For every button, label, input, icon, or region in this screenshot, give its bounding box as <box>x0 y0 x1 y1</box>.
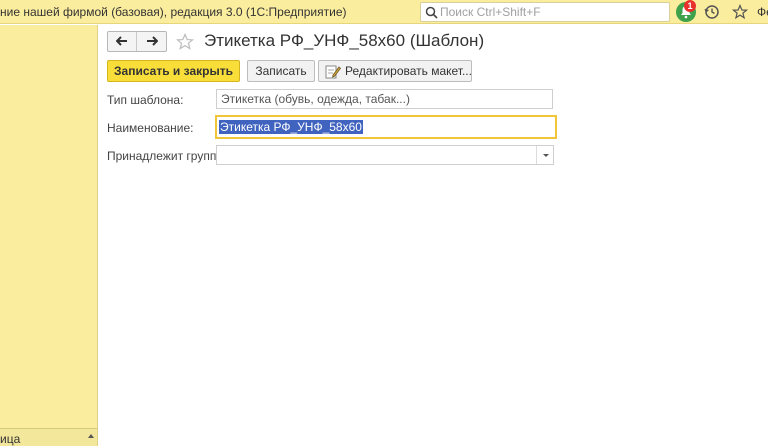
edit-layout-label: Редактировать макет... <box>345 64 472 78</box>
edit-layout-button[interactable]: Редактировать макет... <box>318 60 472 82</box>
notification-count-badge: 1 <box>684 0 696 12</box>
parent-group-select[interactable] <box>216 145 554 165</box>
dropdown-arrow-icon[interactable] <box>536 146 553 164</box>
favorites-star-icon[interactable] <box>731 3 749 23</box>
arrow-left-icon <box>116 36 127 46</box>
save-button[interactable]: Записать <box>247 60 315 82</box>
search-box[interactable] <box>420 2 670 22</box>
name-input[interactable]: Этикетка РФ_УНФ_58x60 <box>215 115 557 139</box>
sidebar-bottom-item[interactable]: ица <box>0 428 97 446</box>
name-label: Наименование: <box>107 121 194 135</box>
search-icon <box>425 6 438 22</box>
name-input-selected-text: Этикетка РФ_УНФ_58x60 <box>219 120 363 134</box>
history-icon[interactable] <box>704 4 720 23</box>
app-title: ние нашей фирмой (базовая), редакция 3.0… <box>0 5 347 19</box>
add-to-favorites-star-icon[interactable] <box>175 32 195 54</box>
navigation-buttons <box>107 31 167 52</box>
chevron-up-icon <box>88 434 94 438</box>
user-name-partial[interactable]: Фе <box>757 0 768 24</box>
forward-button[interactable] <box>138 32 167 51</box>
save-and-close-button[interactable]: Записать и закрыть <box>107 60 240 82</box>
left-sidebar <box>0 25 98 446</box>
parent-group-label: Принадлежит группе: <box>107 149 227 163</box>
form-title: Этикетка РФ_УНФ_58x60 (Шаблон) <box>204 31 485 50</box>
back-button[interactable] <box>108 32 137 51</box>
template-type-label: Тип шаблона: <box>107 93 184 107</box>
search-input[interactable] <box>440 4 665 20</box>
top-bar: ние нашей фирмой (базовая), редакция 3.0… <box>0 0 768 24</box>
sidebar-bottom-label: ица <box>0 432 21 446</box>
edit-pencil-icon <box>325 65 341 79</box>
arrow-right-icon <box>147 36 158 46</box>
template-type-field[interactable]: Этикетка (обувь, одежда, табак...) <box>216 89 553 109</box>
